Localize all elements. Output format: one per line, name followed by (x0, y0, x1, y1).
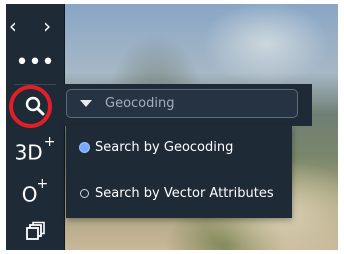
3d-plus-sign: + (43, 133, 56, 150)
nav-arrows-button[interactable]: ‹ › (6, 10, 64, 42)
add-circle-button[interactable]: O+ (6, 172, 64, 216)
option-search-by-vector-attributes[interactable]: Search by Vector Attributes (80, 186, 274, 201)
app-frame: ‹ › ••• 3D+ O+ Geocoding Search by Geoco… (0, 0, 344, 254)
caret-down-icon (80, 100, 92, 107)
radio-selected-icon (80, 143, 89, 152)
search-type-dropdown: Search by Geocoding Search by Vector Att… (66, 126, 292, 218)
radio-unselected-icon (80, 189, 89, 198)
add-3d-button[interactable]: 3D+ (6, 130, 64, 174)
search-type-value: Geocoding (105, 96, 175, 111)
3d-plus-icon: 3D+ (14, 134, 56, 165)
stack-windows-icon (24, 221, 46, 247)
circle-label: O (21, 182, 38, 207)
search-type-select[interactable]: Geocoding (66, 89, 298, 118)
stack-windows-button[interactable] (6, 218, 64, 250)
3d-label: 3D (14, 140, 43, 165)
circle-plus-icon: O+ (21, 176, 48, 207)
circle-plus-sign: + (36, 175, 49, 192)
option-search-by-geocoding[interactable]: Search by Geocoding (80, 140, 233, 155)
more-options-button[interactable]: ••• (6, 48, 64, 78)
option-label: Search by Geocoding (95, 140, 234, 155)
chevron-left-right-icon: ‹ › (8, 14, 62, 38)
highlight-ring (9, 85, 52, 128)
more-dots-icon: ••• (15, 50, 55, 75)
option-label: Search by Vector Attributes (95, 186, 274, 201)
